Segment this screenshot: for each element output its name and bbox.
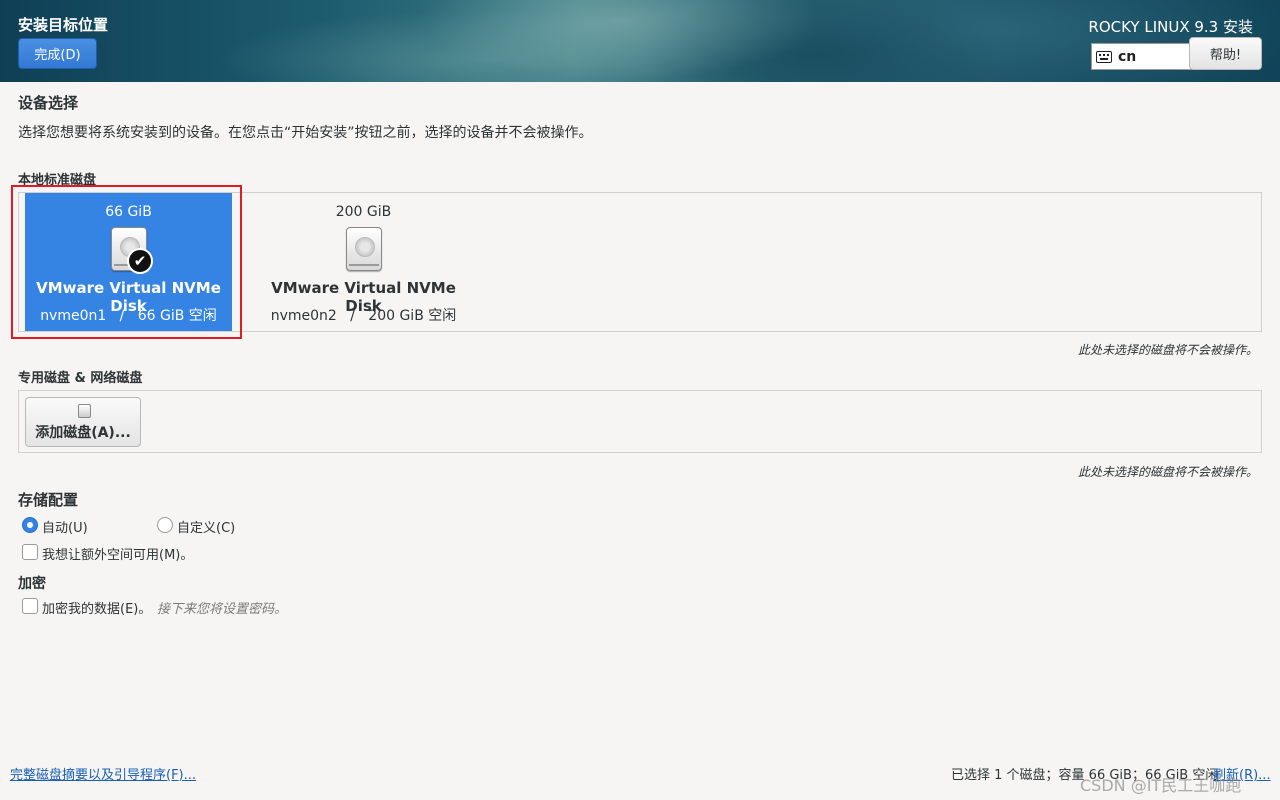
keyboard-layout-label: cn	[1118, 48, 1137, 65]
special-disks-heading: 专用磁盘 & 网络磁盘	[18, 371, 143, 386]
keyboard-icon	[1096, 50, 1112, 63]
auto-radio[interactable]	[22, 517, 38, 533]
disk-free: 200 GiB 空闲	[368, 308, 457, 324]
special-disks-note: 此处未选择的磁盘将不会被操作。	[1077, 465, 1258, 479]
header-banner: 安装目标位置 完成(D) ROCKY LINUX 9.3 安装 cn 帮助!	[0, 0, 1280, 82]
add-disk-button[interactable]: 添加磁盘(A)...	[25, 397, 141, 447]
selection-highlight-box	[11, 185, 242, 339]
product-title: ROCKY LINUX 9.3 安装	[1088, 18, 1253, 36]
disk-size: 200 GiB	[335, 204, 392, 220]
encrypt-checkbox[interactable]	[22, 598, 38, 614]
device-selection-description: 选择您想要将系统安装到的设备。在您点击“开始安装”按钮之前，选择的设备并不会被操…	[18, 125, 593, 141]
help-button[interactable]: 帮助!	[1189, 37, 1262, 70]
separator: /	[341, 308, 364, 324]
disk-device: nvme0n2	[270, 308, 337, 324]
encryption-title: 加密	[18, 576, 46, 592]
keyboard-layout-indicator[interactable]: cn	[1091, 43, 1191, 70]
add-disk-label: 添加磁盘(A)...	[35, 425, 131, 441]
storage-config-title: 存储配置	[18, 491, 79, 509]
custom-label[interactable]: 自定义(C)	[177, 517, 235, 536]
watermark: CSDN @IT民工王咖跑	[1080, 776, 1242, 795]
local-disks-note: 此处未选择的磁盘将不会被操作。	[1077, 343, 1258, 357]
auto-label[interactable]: 自动(U)	[42, 517, 88, 536]
extra-space-checkbox[interactable]	[22, 544, 38, 560]
encrypt-label[interactable]: 加密我的数据(E)。	[42, 598, 151, 617]
custom-radio[interactable]	[157, 517, 173, 533]
encrypt-hint: 接下来您将设置密码。	[157, 602, 288, 617]
disk-detail: nvme0n2 / 200 GiB 空闲	[260, 305, 467, 325]
hard-disk-icon	[346, 227, 382, 271]
page-title: 安装目标位置	[18, 16, 109, 34]
device-selection-title: 设备选择	[18, 94, 79, 112]
extra-space-label[interactable]: 我想让额外空间可用(M)。	[42, 544, 193, 563]
disk-icon	[78, 404, 91, 418]
disk-card-nvme0n2[interactable]: 200 GiB VMware Virtual NVMe Disk nvme0n2…	[260, 193, 467, 331]
special-disk-area: 添加磁盘(A)...	[18, 390, 1262, 453]
done-button[interactable]: 完成(D)	[18, 38, 97, 69]
full-disk-summary-link[interactable]: 完整磁盘摘要以及引导程序(F)...	[10, 764, 196, 783]
